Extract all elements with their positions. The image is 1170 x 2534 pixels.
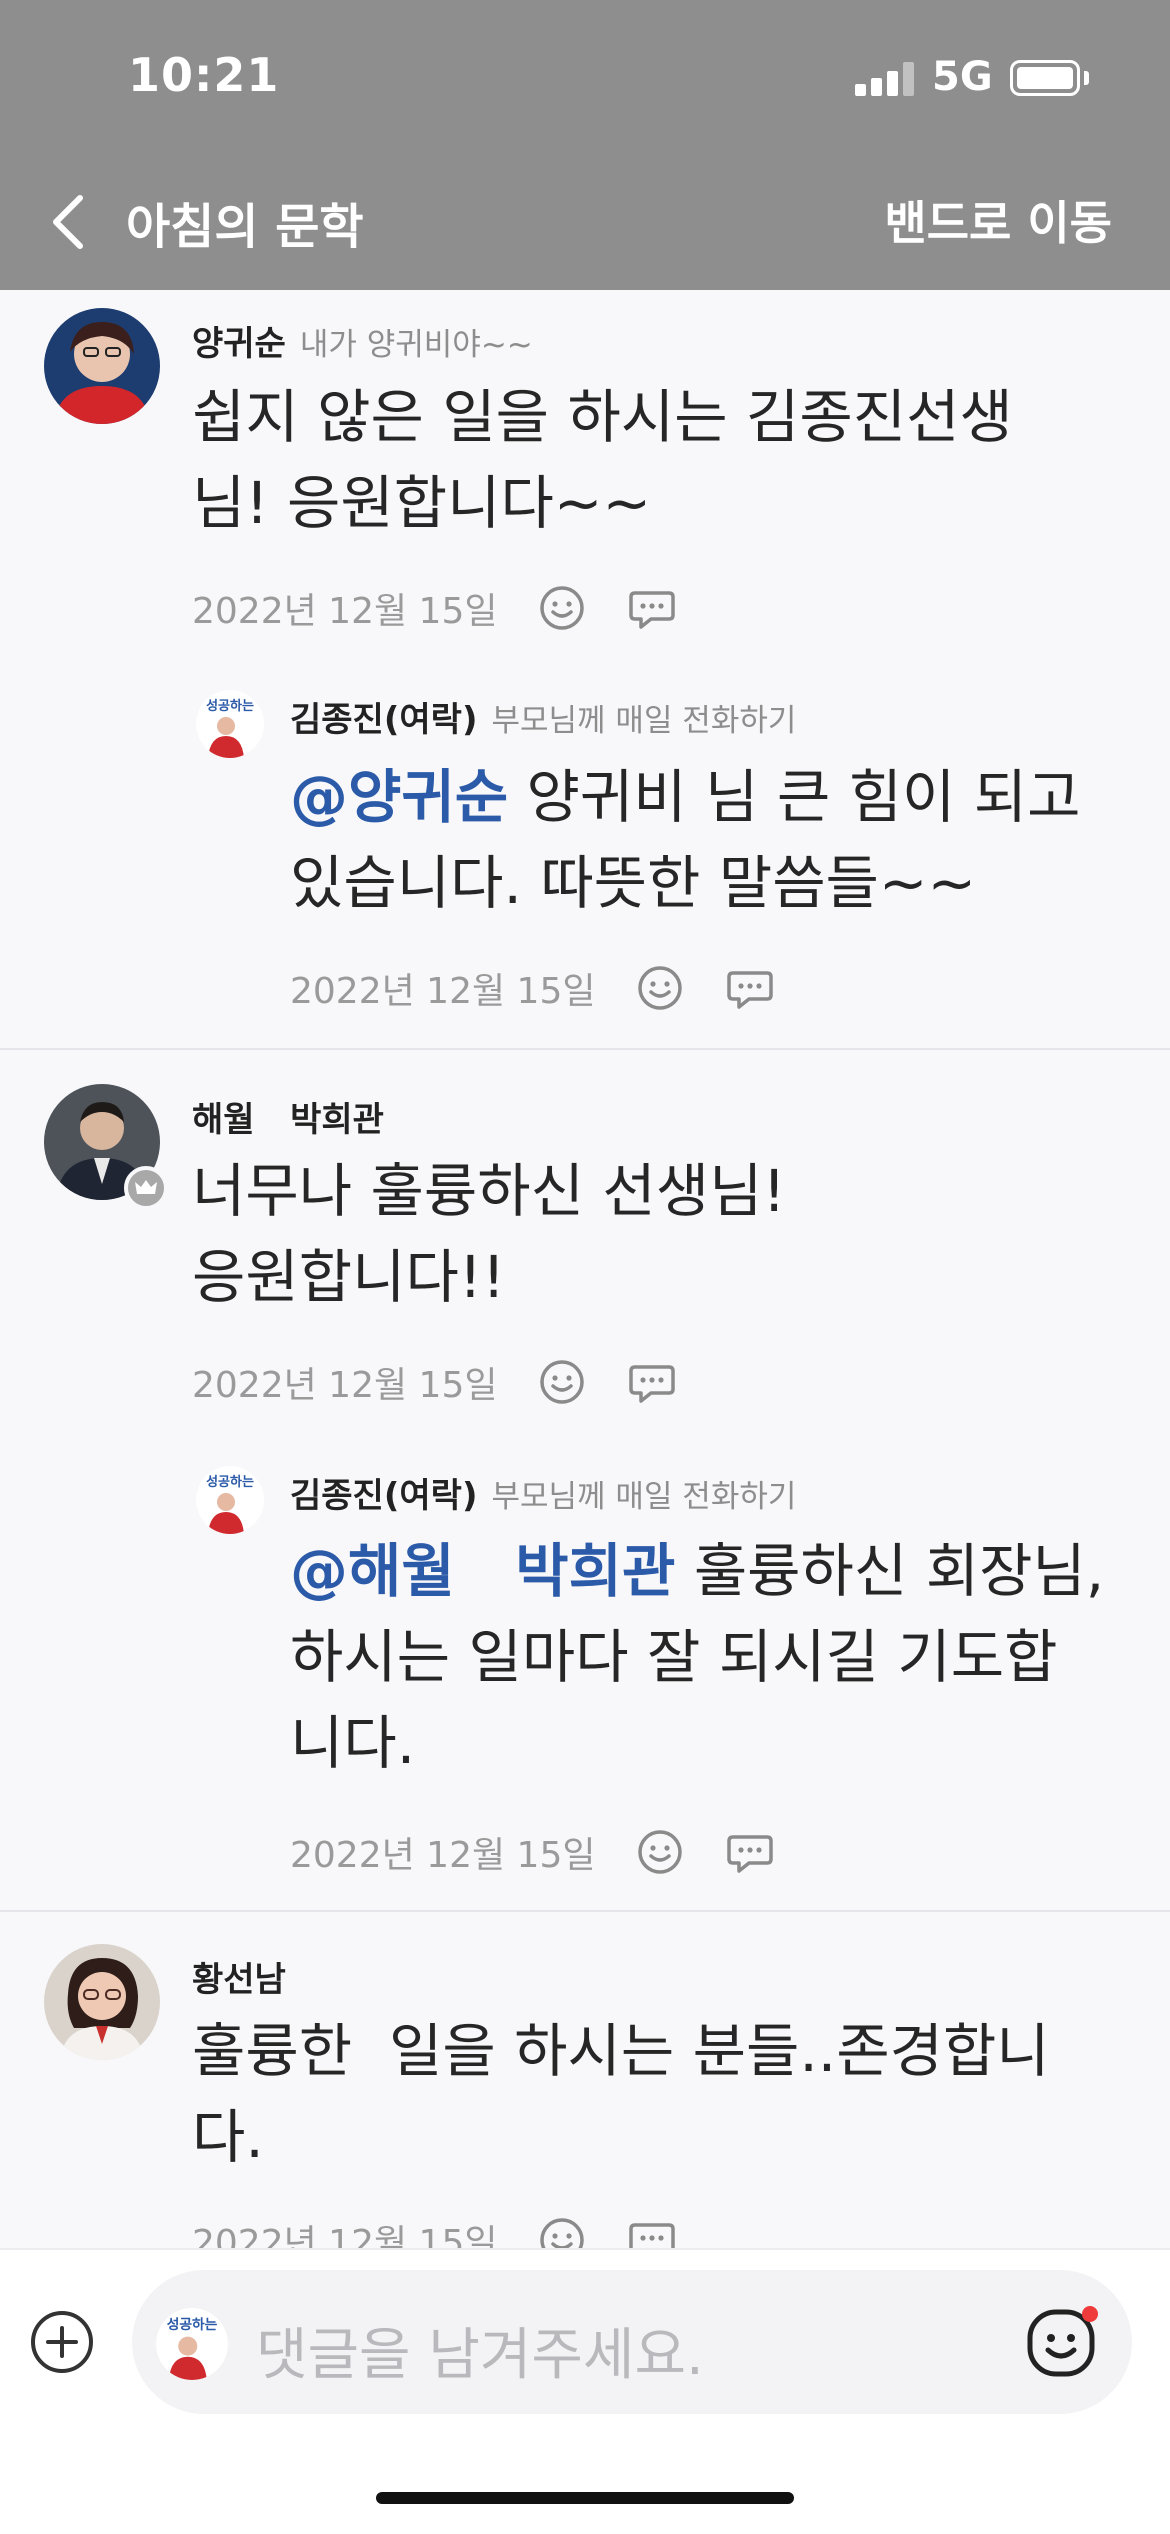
reply-date: 2022년 12월 15일 — [290, 971, 596, 1012]
status-time: 10:21 — [128, 48, 280, 102]
comment-line: 다. — [192, 2103, 264, 2171]
comment-date: 2022년 12월 15일 — [192, 1365, 498, 1406]
reply-author-status: 부모님께 매일 전화하기 — [491, 703, 797, 739]
avatar[interactable]: 성공하는 — [196, 690, 264, 758]
reply-author-status: 부모님께 매일 전화하기 — [491, 1479, 797, 1515]
svg-text:성공하는: 성공하는 — [206, 698, 254, 714]
smiley-icon[interactable] — [537, 583, 587, 633]
comment-line: 응원합니다!! — [192, 1243, 506, 1311]
page-title: 아침의 문학 — [126, 199, 364, 255]
go-to-band-button[interactable]: 밴드로 이동 — [884, 187, 1112, 253]
comment-text: 너무나 훌륭하신 선생님! 응원합니다!! — [192, 1148, 786, 1320]
network-type: 5G — [932, 54, 993, 100]
comment-item: 양귀순 내가 양귀비야~~ 쉽지 않은 일을 하시는 김종진선생 님! 응원합니다… — [0, 290, 1170, 1048]
comment-item: 해월 박희관 너무나 훌륭하신 선생님! 응원합니다!! 2022년 12월 1… — [0, 1050, 1170, 1910]
comment-line: 훌륭한 일을 하시는 분들..존경합니 — [192, 2017, 1050, 2085]
comment-input[interactable]: 성공하는 댓글을 남겨주세요. — [132, 2270, 1132, 2414]
battery-cap — [1084, 71, 1089, 85]
reply-text: @양귀순 양귀비 님 큰 힘이 되고 있습니다. 따뜻한 말씀들~~ — [290, 754, 1081, 926]
reply-line: 니다. — [290, 1709, 416, 1777]
comment-item: 황선남 훌륭한 일을 하시는 분들..존경합니 다. 2022년 12월 15일 — [0, 1912, 1170, 2248]
battery-icon — [1010, 60, 1080, 96]
speech-bubble-icon[interactable] — [725, 963, 775, 1013]
crown-badge-icon — [124, 1166, 168, 1210]
smiley-icon[interactable] — [635, 1827, 685, 1877]
comment-line: 님! 응원합니다~~ — [192, 469, 652, 537]
author-name[interactable]: 해월 박희관 — [192, 1100, 384, 1140]
reply-author-name[interactable]: 김종진(여락) — [290, 700, 477, 740]
reply-line: 하시는 일마다 잘 되시길 기도합 — [290, 1623, 1058, 1691]
speech-bubble-icon[interactable] — [627, 1357, 677, 1407]
smiley-icon[interactable] — [635, 963, 685, 1013]
top-header: 10:21 5G 아침의 문학 밴드로 이동 — [0, 0, 1170, 290]
comment-input-placeholder: 댓글을 남겨주세요. — [256, 2323, 704, 2388]
smiley-icon[interactable] — [537, 2215, 587, 2248]
reply-line: 훌륭하신 회장님, — [675, 1537, 1105, 1605]
avatar[interactable] — [44, 1944, 160, 2060]
svg-text:성공하는: 성공하는 — [167, 2316, 218, 2333]
comment-date: 2022년 12월 15일 — [192, 591, 498, 632]
comment-text: 쉽지 않은 일을 하시는 김종진선생 님! 응원합니다~~ — [192, 374, 1013, 546]
speech-bubble-icon[interactable] — [725, 1827, 775, 1877]
comment-text: 훌륭한 일을 하시는 분들..존경합니 다. — [192, 2008, 1050, 2180]
comment-date: 2022년 12월 15일 — [192, 2223, 498, 2248]
smiley-icon[interactable] — [537, 1357, 587, 1407]
reply-line: 있습니다. 따뜻한 말씀들~~ — [290, 849, 977, 917]
comment-line: 너무나 훌륭하신 선생님! — [192, 1157, 786, 1225]
signal-icon — [855, 62, 915, 96]
reply-author-name[interactable]: 김종진(여락) — [290, 1476, 477, 1516]
speech-bubble-icon[interactable] — [627, 583, 677, 633]
reply-line: 양귀비 님 큰 힘이 되고 — [508, 763, 1081, 831]
smiley-sticker-icon[interactable] — [1022, 2302, 1102, 2382]
chevron-left-icon[interactable] — [46, 192, 94, 252]
reply-text: @해월 박희관 훌륭하신 회장님, 하시는 일마다 잘 되시길 기도합 니다. — [290, 1528, 1104, 1786]
avatar[interactable] — [44, 308, 160, 424]
comment-list[interactable]: 양귀순 내가 양귀비야~~ 쉽지 않은 일을 하시는 김종진선생 님! 응원합니다… — [0, 290, 1170, 2248]
avatar[interactable]: 성공하는 — [196, 1466, 264, 1534]
avatar: 성공하는 — [156, 2308, 228, 2380]
author-name[interactable]: 양귀순 — [192, 324, 286, 364]
plus-circle-icon[interactable] — [28, 2308, 96, 2376]
home-indicator-bar — [376, 2492, 794, 2504]
mention-link[interactable]: @양귀순 — [290, 763, 508, 831]
svg-text:성공하는: 성공하는 — [206, 1474, 254, 1490]
mention-link[interactable]: @해월 박희관 — [290, 1537, 675, 1605]
reply-date: 2022년 12월 15일 — [290, 1835, 596, 1876]
comment-line: 쉽지 않은 일을 하시는 김종진선생 — [192, 383, 1013, 451]
speech-bubble-icon[interactable] — [627, 2215, 677, 2248]
author-status: 내가 양귀비야~~ — [299, 327, 533, 363]
author-name[interactable]: 황선남 — [192, 1960, 286, 2000]
